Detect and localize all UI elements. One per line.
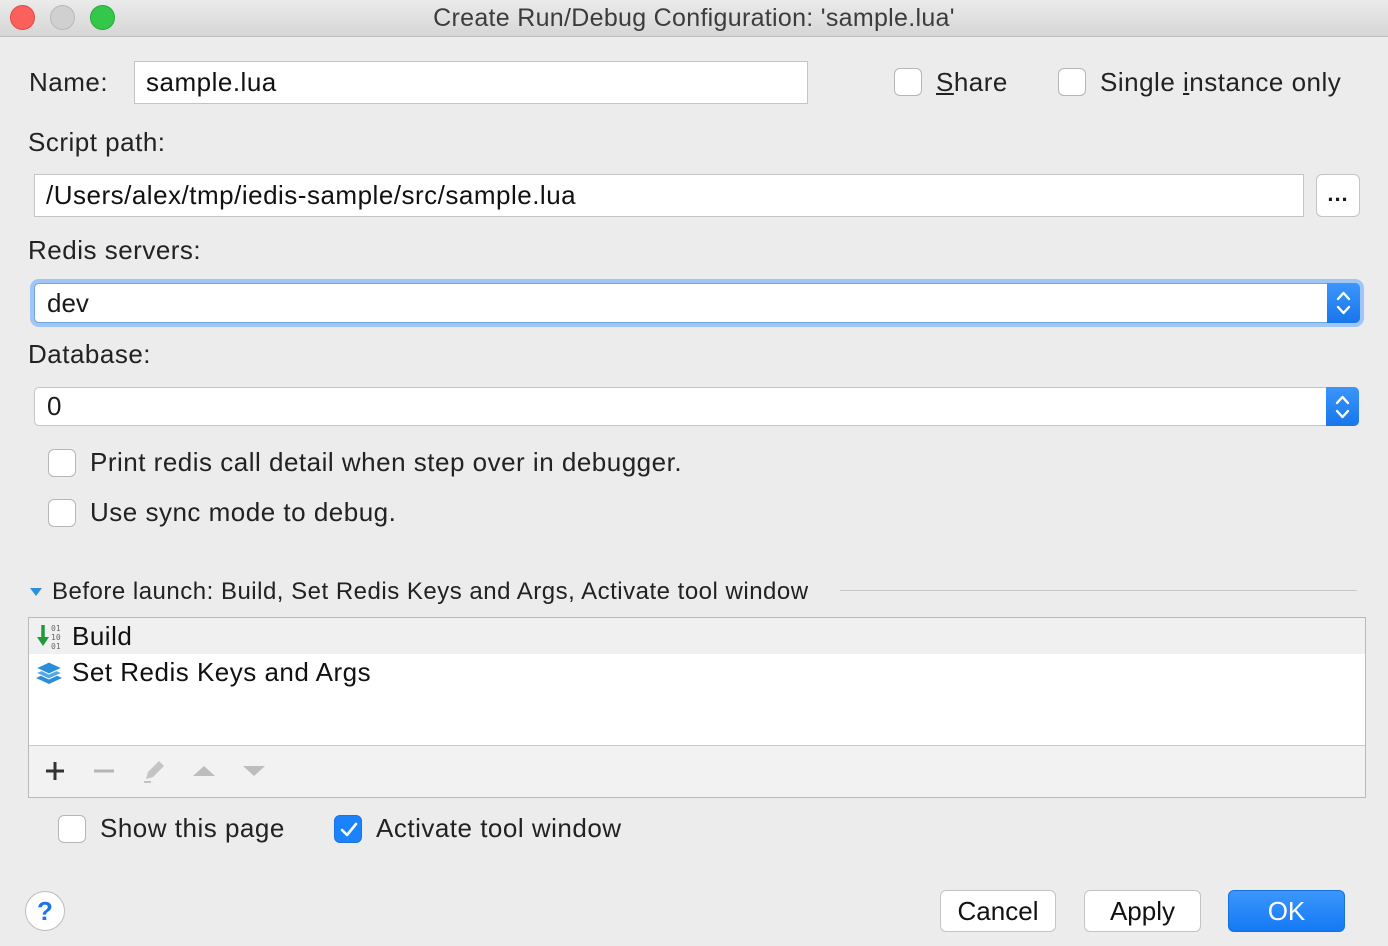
task-label-redis-keys: Set Redis Keys and Args — [72, 656, 372, 687]
before-launch-task-list[interactable]: 01 10 01 Build Set Redis Keys and Args — [28, 617, 1366, 798]
checkmark-icon — [340, 822, 358, 837]
database-value: 0 — [47, 391, 62, 421]
move-down-icon[interactable] — [239, 756, 269, 786]
cancel-button[interactable]: Cancel — [940, 890, 1056, 932]
share-checkbox[interactable] — [894, 68, 922, 96]
show-page-checkbox[interactable] — [58, 815, 86, 843]
redis-stack-icon — [34, 661, 64, 684]
activate-tool-window-label: Activate tool window — [376, 813, 622, 843]
title-bar: Create Run/Debug Configuration: 'sample.… — [0, 0, 1388, 37]
share-label: Share — [936, 67, 1008, 98]
window-title: Create Run/Debug Configuration: 'sample.… — [433, 4, 955, 32]
before-launch-header: Before launch: Build, Set Redis Keys and… — [52, 578, 809, 605]
task-label-build: Build — [72, 620, 133, 651]
browse-button[interactable]: ... — [1316, 174, 1360, 217]
svg-text:10: 10 — [51, 633, 61, 642]
build-icon: 01 10 01 — [37, 624, 61, 651]
database-label: Database: — [28, 339, 152, 369]
share-mnemonic: S — [936, 67, 954, 97]
remove-icon[interactable] — [89, 756, 119, 786]
add-icon[interactable] — [40, 756, 70, 786]
move-up-icon[interactable] — [189, 756, 219, 786]
help-button[interactable]: ? — [25, 891, 65, 931]
single-instance-label-pre: Single — [1100, 67, 1183, 97]
script-path-input[interactable]: /Users/alex/tmp/iedis-sample/src/sample.… — [34, 174, 1304, 217]
database-select[interactable]: 0 — [34, 387, 1359, 426]
print-detail-checkbox[interactable] — [48, 449, 76, 477]
single-instance-checkbox[interactable] — [1058, 68, 1086, 96]
task-row-redis-keys[interactable]: Set Redis Keys and Args — [29, 654, 1365, 690]
chevron-updown-icon[interactable] — [1327, 283, 1360, 323]
edit-icon[interactable] — [139, 756, 169, 786]
task-row-build[interactable]: 01 10 01 Build — [29, 618, 1365, 654]
name-input[interactable]: sample.lua — [134, 61, 808, 104]
single-instance-label: Single instance only — [1100, 67, 1341, 98]
activate-tool-window-checkbox[interactable] — [334, 815, 362, 843]
show-page-label: Show this page — [100, 813, 285, 843]
share-label-rest: hare — [953, 67, 1008, 97]
single-instance-label-rest: nstance only — [1189, 67, 1342, 97]
sync-mode-checkbox[interactable] — [48, 499, 76, 527]
redis-servers-select[interactable]: dev — [34, 283, 1360, 323]
sync-mode-label: Use sync mode to debug. — [90, 497, 397, 527]
chevron-updown-icon[interactable] — [1326, 387, 1359, 426]
collapse-triangle-icon[interactable] — [29, 586, 43, 598]
redis-servers-value: dev — [47, 287, 89, 318]
svg-text:01: 01 — [51, 624, 61, 633]
section-divider — [840, 590, 1357, 591]
ok-button[interactable]: OK — [1228, 890, 1345, 932]
svg-text:01: 01 — [51, 642, 61, 651]
apply-button[interactable]: Apply — [1084, 890, 1201, 932]
print-detail-label: Print redis call detail when step over i… — [90, 447, 683, 477]
name-label: Name: — [29, 67, 109, 97]
redis-servers-label: Redis servers: — [28, 235, 202, 265]
script-path-label: Script path: — [28, 127, 166, 157]
task-toolbar — [29, 745, 1365, 797]
